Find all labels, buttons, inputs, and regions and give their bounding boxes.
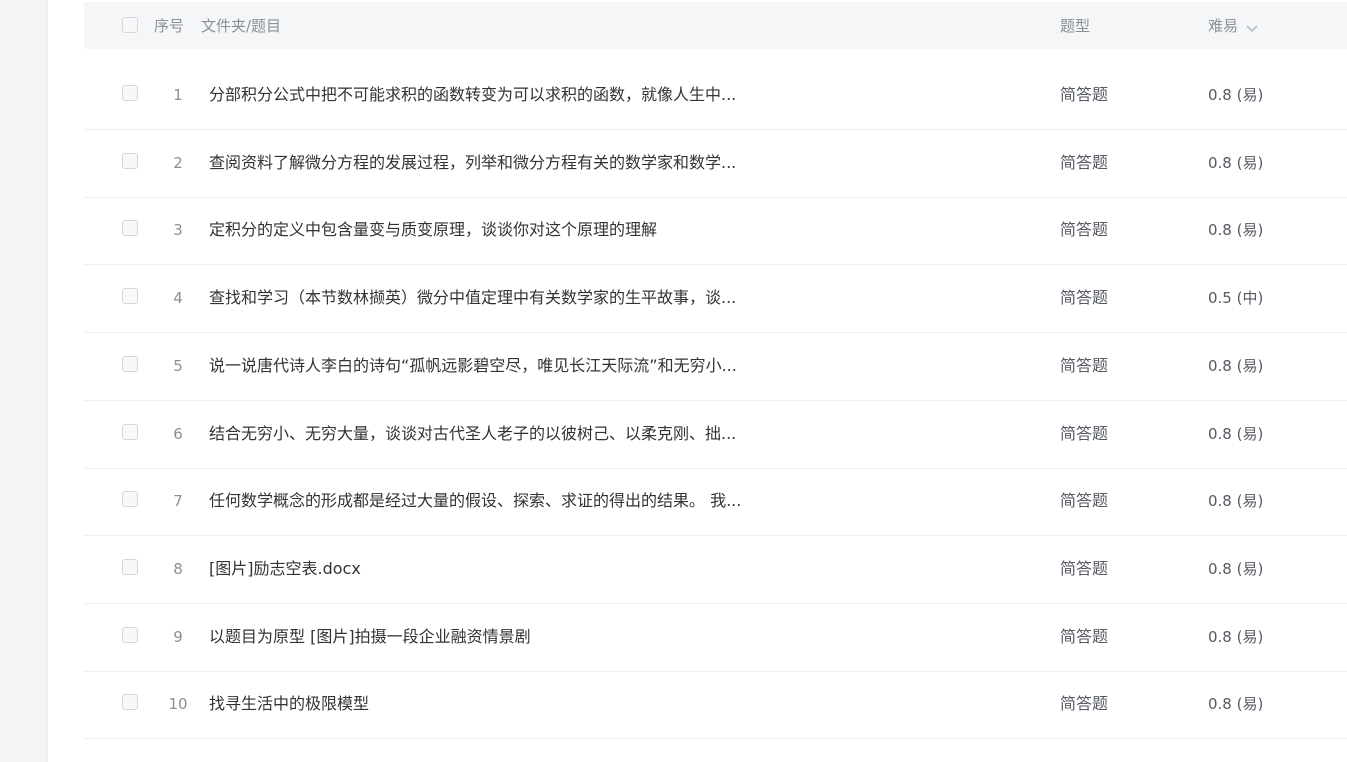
question-type: 简答题: [1060, 626, 1109, 646]
table-row[interactable]: 2 查阅资料了解微分方程的发展过程，列举和微分方程有关的数学家和数学... 简答题 0…: [84, 130, 1347, 198]
question-title[interactable]: 找寻生活中的极限模型: [209, 693, 369, 715]
table-row[interactable]: 6 结合无穷小、无穷大量，谈谈对古代圣人老子的以彼树己、以柔克刚、拙... 简答题 0…: [84, 401, 1347, 469]
row-index: 1: [173, 86, 183, 104]
question-title[interactable]: 结合无穷小、无穷大量，谈谈对古代圣人老子的以彼树己、以柔克刚、拙...: [209, 423, 736, 445]
question-difficulty: 0.8 (易): [1208, 424, 1264, 443]
header-index: 序号: [154, 17, 185, 35]
table-header: 序号 文件夹/题目 题型 难易: [84, 2, 1347, 49]
question-type: 简答题: [1060, 152, 1109, 172]
table-row[interactable]: 7 任何数学概念的形成都是经过大量的假设、探索、求证的得出的结果。 我... 简答题…: [84, 468, 1347, 537]
row-index: 2: [173, 153, 183, 172]
row-checkbox[interactable]: [122, 491, 138, 508]
row-checkbox[interactable]: [122, 288, 138, 305]
row-index: 3: [173, 221, 183, 240]
question-type: 简答题: [1060, 220, 1109, 240]
question-type: 简答题: [1060, 558, 1109, 578]
table-row[interactable]: 5 说一说唐代诗人李白的诗句“孤帆远影碧空尽，唯见长江天际流”和无穷小... 简答题…: [84, 333, 1347, 401]
row-index: 5: [173, 356, 183, 375]
table-row[interactable]: 4 查找和学习（本节数林撷英）微分中值定理中有关数学家的生平故事，谈... 简答题 0…: [84, 265, 1347, 334]
row-index: 7: [173, 492, 183, 511]
chevron-down-icon[interactable]: [1245, 22, 1259, 36]
question-difficulty: 0.8 (易): [1208, 627, 1264, 646]
question-difficulty: 0.8 (易): [1208, 356, 1264, 375]
row-index: 8: [173, 559, 183, 578]
row-checkbox[interactable]: [122, 355, 138, 372]
header-difficulty[interactable]: 难易: [1208, 16, 1238, 36]
header-type: 题型: [1060, 17, 1091, 35]
question-title[interactable]: 任何数学概念的形成都是经过大量的假设、探索、求证的得出的结果。 我...: [209, 490, 741, 512]
header-title: 文件夹/题目: [201, 17, 282, 35]
table-row[interactable]: 3 定积分的定义中包含量变与质变原理，谈谈你对这个原理的理解 简答题 0.8 (易): [84, 197, 1347, 266]
row-checkbox[interactable]: [122, 423, 138, 440]
question-type: 简答题: [1060, 491, 1109, 511]
question-type: 简答题: [1060, 694, 1109, 714]
question-title[interactable]: 分部积分公式中把不可能求积的函数转变为可以求积的函数，就像人生中...: [209, 84, 736, 106]
row-index: 4: [173, 289, 183, 308]
question-type: 简答题: [1060, 288, 1109, 308]
row-checkbox[interactable]: [122, 694, 138, 711]
question-difficulty: 0.8 (易): [1208, 153, 1264, 172]
table-row[interactable]: 10 找寻生活中的极限模型 简答题 0.8 (易): [84, 671, 1347, 740]
question-title[interactable]: 定积分的定义中包含量变与质变原理，谈谈你对这个原理的理解: [209, 219, 657, 241]
table-row[interactable]: 8 [图片]励志空表.docx 简答题 0.8 (易): [84, 536, 1347, 604]
question-title[interactable]: 查阅资料了解微分方程的发展过程，列举和微分方程有关的数学家和数学...: [209, 152, 736, 174]
row-index: 6: [173, 424, 183, 443]
table-row[interactable]: 1 分部积分公式中把不可能求积的函数转变为可以求积的函数，就像人生中... 简答题 0…: [84, 62, 1347, 130]
question-type: 简答题: [1060, 355, 1109, 375]
row-checkbox[interactable]: [122, 220, 138, 237]
row-checkbox[interactable]: [122, 626, 138, 643]
question-difficulty: 0.8 (易): [1208, 221, 1264, 240]
question-title[interactable]: [图片]励志空表.docx: [209, 558, 361, 580]
question-list-panel: 序号 文件夹/题目 题型 难易 1 分部积分公式中把不可能求积的函数转变为可以求积…: [48, 0, 1347, 762]
row-checkbox[interactable]: [122, 558, 138, 575]
table-row[interactable]: 9 以题目为原型 [图片]拍摄一段企业融资情景剧 简答题 0.8 (易): [84, 604, 1347, 672]
question-type: 简答题: [1060, 423, 1109, 443]
question-difficulty: 0.8 (易): [1208, 559, 1264, 578]
row-checkbox[interactable]: [122, 85, 138, 101]
row-index: 10: [168, 695, 188, 714]
left-gutter: [0, 0, 47, 762]
question-difficulty: 0.8 (易): [1208, 492, 1264, 511]
question-title[interactable]: 查找和学习（本节数林撷英）微分中值定理中有关数学家的生平故事，谈...: [209, 287, 736, 309]
row-checkbox[interactable]: [122, 152, 138, 169]
question-title[interactable]: 以题目为原型 [图片]拍摄一段企业融资情景剧: [209, 626, 531, 648]
question-title[interactable]: 说一说唐代诗人李白的诗句“孤帆远影碧空尽，唯见长江天际流”和无穷小...: [209, 355, 737, 377]
question-type: 简答题: [1060, 85, 1109, 104]
question-difficulty: 0.8 (易): [1208, 695, 1264, 714]
select-all-checkbox[interactable]: [122, 17, 138, 33]
question-difficulty: 0.8 (易): [1208, 86, 1264, 104]
row-index: 9: [173, 627, 183, 646]
question-difficulty: 0.5 (中): [1208, 289, 1264, 308]
